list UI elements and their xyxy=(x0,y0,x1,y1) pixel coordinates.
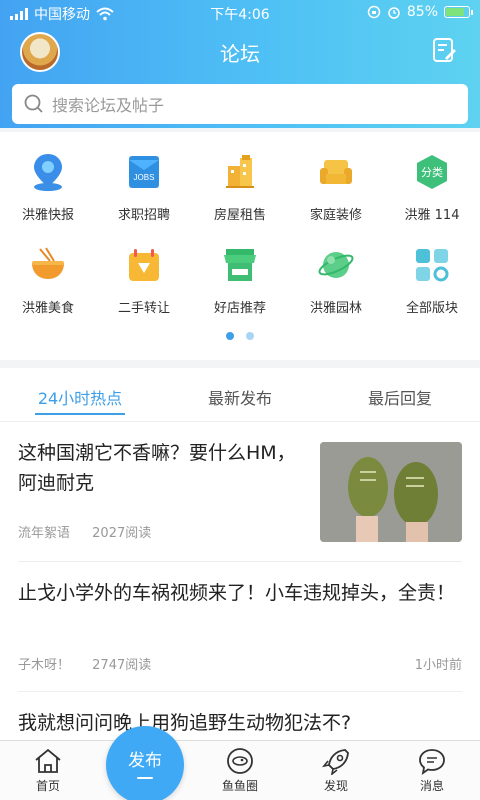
category-item[interactable]: JOBS 求职招聘 xyxy=(96,150,192,223)
category-label: 家庭装修 xyxy=(309,208,362,223)
search-input[interactable]: 搜索论坛及帖子 xyxy=(12,84,468,124)
post-title: 这种国潮它不香嘛？要什么HM，阿迪耐克 xyxy=(18,442,296,494)
post-list: 这种国潮它不香嘛？要什么HM，阿迪耐克 流年絮语 2027阅读 止戈小学外的车祸… xyxy=(0,422,480,740)
list-item[interactable]: 止戈小学外的车祸视频来了！小车违规掉头，全责！ 子木呀！ 2747阅读 1小时前 xyxy=(18,562,462,692)
tab-label: 发现 xyxy=(323,779,348,793)
category-label: 洪雅美食 xyxy=(21,301,74,316)
tab-fish-circle[interactable]: 鱼鱼圈 xyxy=(205,747,275,794)
grid-blocks-icon xyxy=(416,249,449,282)
bottom-tab-bar: 首页 鱼鱼圈 发现 消息 xyxy=(0,740,480,800)
post-reads: 2747阅读 xyxy=(92,658,152,673)
jobs-book-icon: JOBS xyxy=(129,156,159,188)
category-label: 二手转让 xyxy=(117,301,170,316)
category-label: 洪雅园林 xyxy=(309,301,362,316)
search-icon xyxy=(24,94,43,113)
svg-text:JOBS: JOBS xyxy=(134,173,155,182)
category-grid-card: 洪雅快报 JOBS 求职招聘 房屋租售 家庭装修 分类 洪雅 114 洪雅美食 … xyxy=(0,132,480,360)
category-item[interactable]: 洪雅园林 xyxy=(288,243,384,316)
category-label: 全部版块 xyxy=(405,301,458,316)
tab-messages[interactable]: 消息 xyxy=(397,747,467,794)
tab-label: 鱼鱼圈 xyxy=(221,779,258,793)
category-item[interactable]: 二手转让 xyxy=(96,243,192,316)
page-dot[interactable] xyxy=(226,332,234,340)
category-item[interactable]: 好店推荐 xyxy=(192,243,288,316)
publish-underline xyxy=(137,776,153,779)
tab-last-reply[interactable]: 最后回复 xyxy=(320,368,480,421)
home-icon xyxy=(35,748,61,773)
post-author: 流年絮语 xyxy=(18,526,71,541)
battery-percent: 85% xyxy=(406,4,438,20)
tab-home[interactable]: 首页 xyxy=(13,747,83,794)
message-icon xyxy=(419,749,445,775)
category-grid: 洪雅快报 JOBS 求职招聘 房屋租售 家庭装修 分类 洪雅 114 洪雅美食 … xyxy=(0,150,480,316)
list-item[interactable]: 这种国潮它不香嘛？要什么HM，阿迪耐克 流年絮语 2027阅读 xyxy=(18,422,462,562)
tab-hot-24h[interactable]: 24小时热点 xyxy=(0,368,160,421)
fish-circle-icon xyxy=(227,748,253,774)
post-meta: 子木呀！ 2747阅读 xyxy=(18,654,169,673)
building-icon xyxy=(226,155,254,188)
svg-text:分类: 分类 xyxy=(421,165,443,179)
battery-icon xyxy=(444,6,473,18)
rocket-icon xyxy=(322,749,349,775)
tab-label: 消息 xyxy=(419,779,444,793)
search-placeholder: 搜索论坛及帖子 xyxy=(52,96,165,115)
category-item[interactable]: 房屋租售 xyxy=(192,150,288,223)
noodle-bowl-icon xyxy=(32,247,64,279)
category-item[interactable]: 家庭装修 xyxy=(288,150,384,223)
category-label: 求职招聘 xyxy=(117,208,170,223)
page-title: 论坛 xyxy=(220,42,260,66)
post-thumbnail[interactable] xyxy=(320,442,462,542)
alarm-icon xyxy=(388,7,400,19)
planet-icon xyxy=(318,252,354,278)
page-indicator xyxy=(0,332,480,340)
post-title: 我就想问问晚上用狗追野生动物犯法不? xyxy=(18,712,352,734)
category-label: 洪雅 114 xyxy=(404,208,460,223)
publish-label: 发布 xyxy=(128,750,162,771)
tab-latest[interactable]: 最新发布 xyxy=(160,368,320,421)
category-item[interactable]: 洪雅快报 xyxy=(0,150,96,223)
sofa-icon xyxy=(320,160,352,184)
feed-tabs: 24小时热点 最新发布 最后回复 xyxy=(0,368,480,422)
shop-awning-icon xyxy=(224,249,256,281)
lock-rotation-icon xyxy=(367,5,381,19)
status-bar: 中国移动 下午4:06 85% xyxy=(0,0,480,26)
gift-bag-icon xyxy=(129,249,159,281)
page-dot[interactable] xyxy=(246,332,254,340)
classify-bubble-icon: 分类 xyxy=(417,155,447,189)
post-time: 1小时前 xyxy=(414,658,462,673)
tab-discover[interactable]: 发现 xyxy=(301,747,371,794)
category-item[interactable]: 分类 洪雅 114 xyxy=(384,150,480,223)
shoes-photo xyxy=(320,442,462,542)
compose-icon[interactable] xyxy=(430,36,458,64)
category-item[interactable]: 全部版块 xyxy=(384,243,480,316)
post-reads: 2027阅读 xyxy=(92,526,152,541)
category-label: 房屋租售 xyxy=(213,208,266,223)
post-author: 子木呀！ xyxy=(18,658,71,673)
list-item[interactable]: 我就想问问晚上用狗追野生动物犯法不? xyxy=(18,692,462,740)
navbar: 论坛 xyxy=(0,26,480,76)
category-label: 洪雅快报 xyxy=(21,208,74,223)
header: 中国移动 下午4:06 85% 论坛 搜索论坛及帖子 xyxy=(0,0,480,128)
post-meta: 流年絮语 2027阅读 xyxy=(18,522,169,541)
post-title: 止戈小学外的车祸视频来了！小车违规掉头，全责！ xyxy=(18,582,456,604)
location-pin-icon xyxy=(34,154,62,191)
tab-label: 首页 xyxy=(35,779,60,793)
category-label: 好店推荐 xyxy=(213,301,266,316)
publish-button[interactable]: 发布 xyxy=(106,726,184,800)
category-item[interactable]: 洪雅美食 xyxy=(0,243,96,316)
